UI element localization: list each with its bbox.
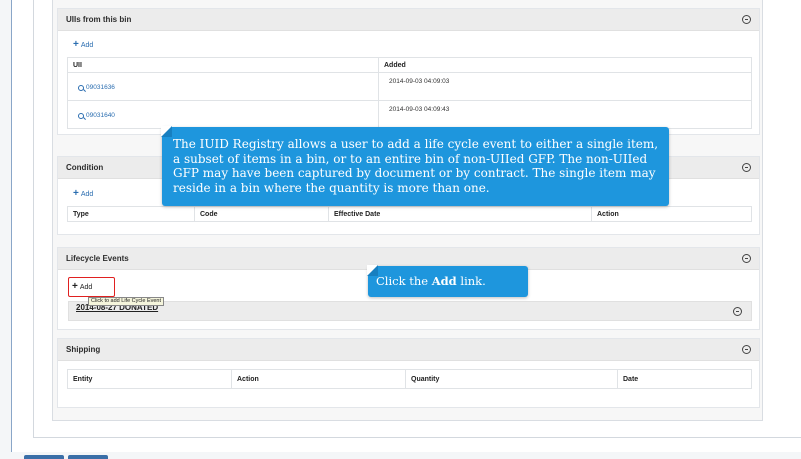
callout-fold: [161, 126, 172, 137]
plus-icon: +: [73, 188, 79, 199]
lifecycle-event-row[interactable]: 2014-08-27 DONATED: [68, 301, 752, 321]
bottom-bar: [0, 452, 801, 459]
uii-value: 09031640: [86, 112, 115, 119]
shipping-panel-title: Shipping: [66, 345, 101, 354]
uii-cell: 09031636: [67, 72, 379, 101]
column-header: Code: [194, 206, 329, 222]
intro-callout: The IUID Registry allows a user to add a…: [161, 126, 669, 206]
column-header: Date: [617, 369, 752, 389]
collapse-icon[interactable]: [742, 254, 751, 263]
condition-add-link[interactable]: + Add: [73, 188, 94, 199]
uiis-table: UII Added 09031636 2014-09-03 04:09:03 0…: [67, 57, 752, 129]
uii-link[interactable]: 09031636: [78, 84, 115, 91]
lifecycle-panel-title: Lifecycle Events: [66, 254, 129, 263]
added-cell: 2014-09-03 04:09:43: [378, 100, 752, 129]
table-row: 09031636 2014-09-03 04:09:03: [67, 72, 752, 101]
column-header: Type: [67, 206, 195, 222]
add-tooltip: Click to add Life Cycle Event: [88, 297, 165, 306]
uii-link[interactable]: 09031640: [78, 112, 115, 119]
column-header: Action: [231, 369, 406, 389]
plus-icon: +: [73, 39, 79, 50]
click-callout-bold: Add: [431, 274, 457, 288]
column-header: Action: [591, 206, 752, 222]
table-header-row: Entity Action Quantity Date: [67, 369, 752, 389]
magnifier-icon: [78, 112, 84, 119]
shipping-table: Entity Action Quantity Date: [67, 369, 752, 389]
magnifier-icon: [78, 84, 84, 91]
table-row: 09031640 2014-09-03 04:09:43: [67, 100, 752, 129]
collapse-icon[interactable]: [742, 15, 751, 24]
uiis-panel-header[interactable]: UIIs from this bin: [58, 9, 759, 31]
uiis-panel-title: UIIs from this bin: [66, 15, 132, 24]
click-callout-prefix: Click the: [376, 274, 432, 288]
condition-panel-title: Condition: [66, 163, 104, 172]
add-link-highlight: [68, 277, 115, 297]
click-callout: Click the Add link.: [367, 265, 528, 297]
bottom-button[interactable]: [68, 455, 108, 459]
click-callout-suffix: link.: [456, 274, 486, 288]
table-header-row: Type Code Effective Date Action: [67, 206, 752, 222]
column-header: Effective Date: [328, 206, 592, 222]
left-frame-bar: [0, 0, 12, 459]
uiis-add-label: Add: [80, 41, 94, 49]
uii-value: 09031636: [86, 84, 115, 91]
shipping-panel-header[interactable]: Shipping: [58, 339, 759, 361]
bottom-button[interactable]: [24, 455, 64, 459]
collapse-icon[interactable]: [742, 345, 751, 354]
added-cell: 2014-09-03 04:09:03: [378, 72, 752, 101]
column-header: Quantity: [405, 369, 618, 389]
collapse-icon[interactable]: [742, 163, 751, 172]
column-header: Added: [378, 57, 752, 73]
callout-fold: [367, 265, 378, 276]
condition-table: Type Code Effective Date Action: [67, 206, 752, 222]
uii-cell: 09031640: [67, 100, 379, 129]
condition-add-label: Add: [80, 190, 94, 198]
column-header: UII: [67, 57, 379, 73]
table-header-row: UII Added: [67, 57, 752, 73]
column-header: Entity: [67, 369, 232, 389]
intro-callout-text: The IUID Registry allows a user to add a…: [173, 137, 659, 195]
uiis-add-link[interactable]: + Add: [73, 39, 94, 50]
collapse-icon[interactable]: [733, 307, 742, 316]
